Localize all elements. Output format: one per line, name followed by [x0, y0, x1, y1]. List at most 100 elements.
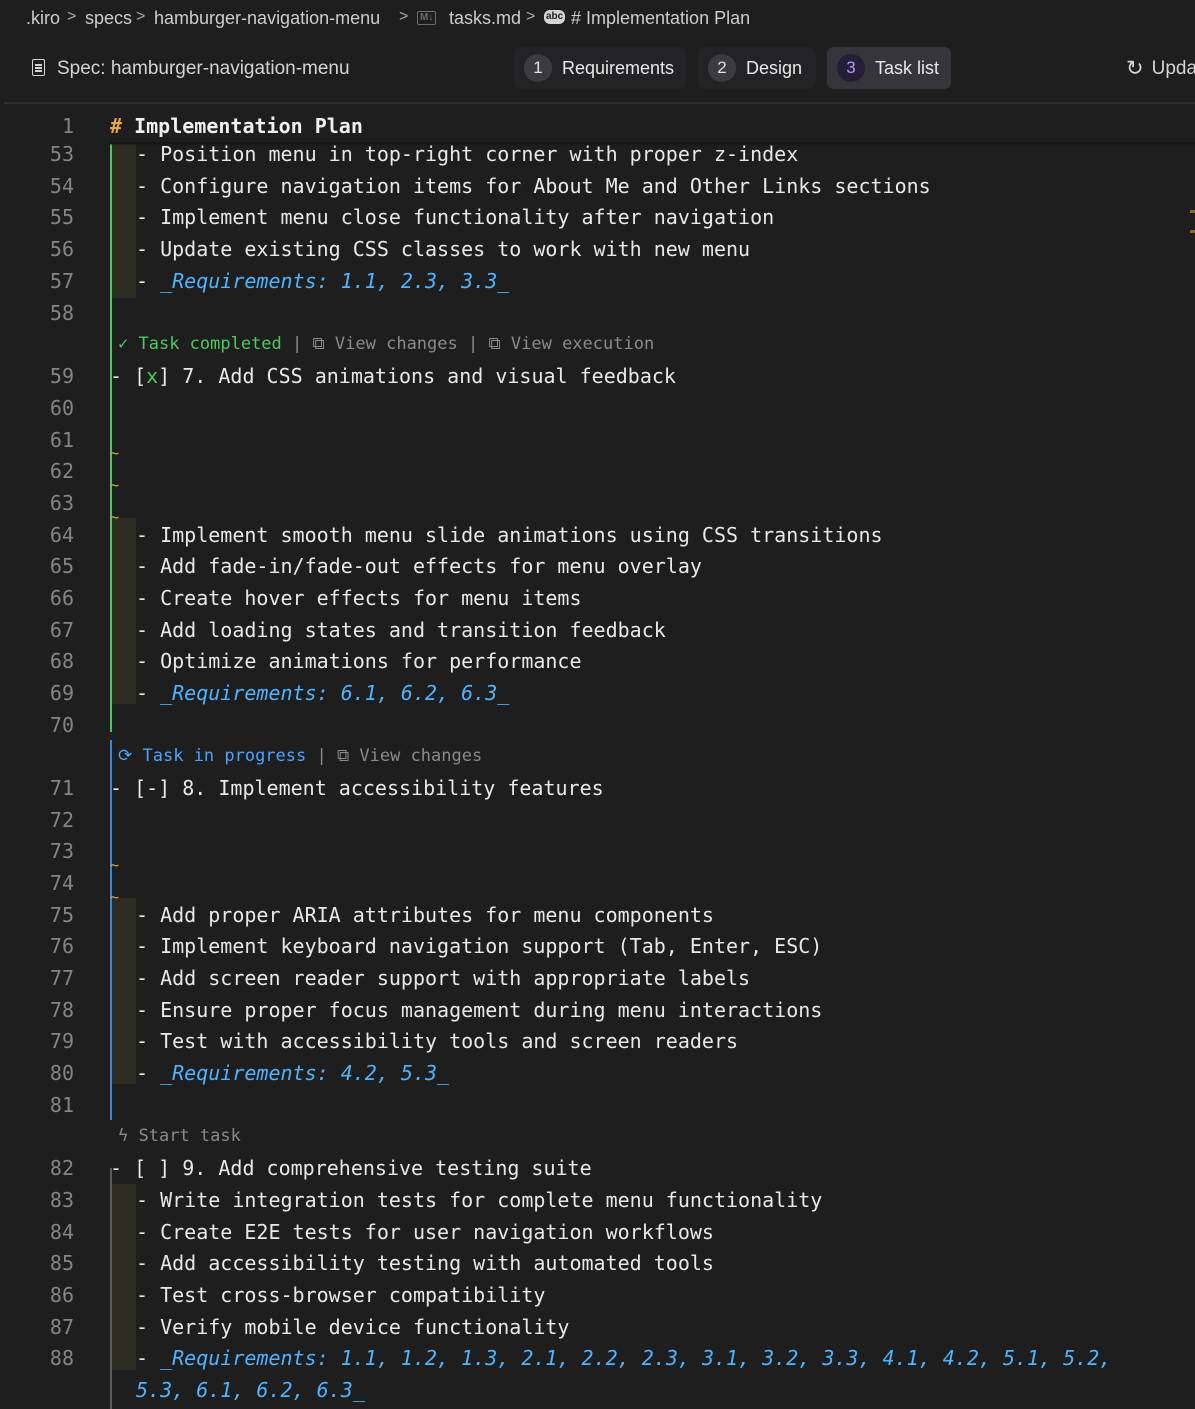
squiggle-marker: ~	[110, 444, 120, 462]
code-line-requirements: - _Requirements: 4.2, 5.3_	[136, 1057, 449, 1089]
requirements-ref-wrap: 5.3, 6.1, 6.2, 6.3_	[136, 1378, 365, 1402]
diff-icon: ⧉	[312, 334, 325, 354]
refresh-icon: ↻	[1126, 57, 1144, 80]
breadcrumb-specs[interactable]: specs	[85, 8, 132, 29]
code-line: - Optimize animations for performance	[136, 649, 582, 673]
line-number: 85	[49, 1251, 74, 1275]
line-number: 84	[49, 1220, 74, 1244]
chevron-right-icon: >	[399, 8, 409, 25]
line-number: 66	[49, 586, 74, 610]
line-number: 69	[49, 681, 74, 705]
code-line: - Add fade-in/fade-out effects for menu …	[136, 554, 702, 578]
code-line: - Configure navigation items for About M…	[136, 174, 931, 198]
markdown-file-icon: M↓	[417, 11, 437, 25]
line-number: 72	[49, 808, 74, 832]
codelens-task-9[interactable]: ϟ Start task	[118, 1122, 241, 1150]
spec-toolbar: Spec: hamburger-navigation-menu 1 Requir…	[0, 38, 1195, 100]
code-line: - Add screen reader support with appropr…	[136, 966, 751, 990]
code-line: - Create E2E tests for user navigation w…	[136, 1220, 714, 1244]
code-line: - Verify mobile device functionality	[136, 1315, 570, 1339]
breadcrumb-spec-folder[interactable]: hamburger-navigation-menu	[154, 8, 380, 29]
line-number: 59	[49, 364, 74, 388]
code-line: - Implement menu close functionality aft…	[136, 205, 775, 229]
task-checkbox-mark[interactable]: x	[146, 364, 158, 388]
squiggle-marker: ~	[110, 888, 120, 906]
line-number: 62	[49, 459, 74, 483]
code-line: - Create hover effects for menu items	[136, 586, 582, 610]
spec-title: Spec: hamburger-navigation-menu	[32, 58, 350, 80]
codelens-task-7: ✓ Task completed | ⧉ View changes | ⧉ Vi…	[118, 330, 654, 358]
line-number: 54	[49, 174, 74, 198]
view-execution-link[interactable]: View execution	[511, 334, 654, 354]
requirements-ref: _Requirements: 6.1, 6.2, 6.3_	[160, 681, 510, 705]
code-line-task-9: - [ ] 9. Add comprehensive testing suite	[110, 1156, 592, 1180]
line-number: 75	[49, 903, 74, 927]
update-label: Upda	[1151, 58, 1195, 79]
tab-label: Design	[746, 58, 803, 78]
line-number: 79	[49, 1029, 74, 1053]
code-editor[interactable]: 1 # Implementation Plan 53 - Position me…	[0, 104, 1195, 1409]
line-number: 88	[49, 1346, 74, 1370]
code-line-requirements: - _Requirements: 1.1, 2.3, 3.3_	[136, 265, 509, 297]
code-line: - Add accessibility testing with automat…	[136, 1251, 714, 1275]
step-number: 1	[524, 54, 552, 82]
diff-icon: ⧉	[337, 746, 350, 766]
task-completed-status: Task completed	[138, 334, 282, 354]
step-number: 2	[708, 54, 736, 82]
line-number: 58	[49, 301, 74, 325]
code-line-task-7: - [x] 7. Add CSS animations and visual f…	[110, 360, 676, 392]
code-line: - Add proper ARIA attributes for menu co…	[136, 903, 714, 927]
list-dash: -	[136, 1346, 161, 1370]
line-number: 80	[49, 1061, 74, 1085]
code-line-requirements: - _Requirements: 6.1, 6.2, 6.3_	[136, 677, 509, 709]
chevron-right-icon: >	[67, 8, 77, 25]
code-line: - Update existing CSS classes to work wi…	[136, 237, 751, 261]
line-number: 70	[49, 713, 74, 737]
check-icon: ✓	[118, 334, 139, 354]
tab-task-list[interactable]: 3 Task list	[827, 47, 951, 89]
breadcrumb-kiro[interactable]: .kiro	[26, 8, 60, 29]
code-line: - Implement smooth menu slide animations…	[136, 523, 883, 547]
start-task-link[interactable]: Start task	[138, 1126, 240, 1146]
step-number: 3	[837, 54, 865, 82]
line-number: 76	[49, 934, 74, 958]
view-changes-link[interactable]: View changes	[359, 746, 482, 766]
list-dash: -	[136, 681, 161, 705]
spec-title-label: Spec: hamburger-navigation-menu	[57, 58, 350, 79]
line-number: 68	[49, 649, 74, 673]
tab-label: Requirements	[562, 58, 675, 78]
line-number: 60	[49, 396, 74, 420]
tab-requirements[interactable]: 1 Requirements	[514, 47, 686, 89]
code-line: - Test cross-browser compatibility	[136, 1283, 546, 1307]
scrollbar-marker	[1190, 230, 1195, 233]
breadcrumb-file[interactable]: tasks.md	[449, 8, 521, 29]
line-number: 55	[49, 205, 74, 229]
task-in-progress-status: Task in progress	[142, 746, 307, 766]
list-dash: -	[136, 1061, 161, 1085]
line-number: 63	[49, 491, 74, 515]
squiggle-marker: ~	[110, 476, 120, 494]
line-number: 67	[49, 618, 74, 642]
line-number: 83	[49, 1188, 74, 1212]
breadcrumb-symbol[interactable]: # Implementation Plan	[571, 8, 750, 29]
view-changes-link[interactable]: View changes	[335, 334, 458, 354]
line-number: 87	[49, 1315, 74, 1339]
line-number: 74	[49, 871, 74, 895]
line-number: 71	[49, 776, 74, 800]
line-number: 53	[49, 142, 74, 166]
line-number: 77	[49, 966, 74, 990]
tab-design[interactable]: 2 Design	[698, 47, 816, 89]
code-line: - Test with accessibility tools and scre…	[136, 1029, 739, 1053]
update-tasks-button[interactable]: ↻ Upda	[1126, 56, 1195, 81]
chevron-right-icon: >	[136, 8, 146, 25]
code-line-requirements: - _Requirements: 1.1, 1.2, 1.3, 2.1, 2.2…	[136, 1342, 1111, 1374]
lightning-icon: ϟ	[118, 1126, 139, 1146]
code-line-wrapped: 5.3, 6.1, 6.2, 6.3_	[136, 1374, 365, 1406]
tab-label: Task list	[875, 58, 940, 78]
line-number: 65	[49, 554, 74, 578]
line-number: 81	[49, 1093, 74, 1117]
line-number: 86	[49, 1283, 74, 1307]
breadcrumb: .kiro > specs > hamburger-navigation-men…	[0, 0, 1195, 38]
line-number: 82	[49, 1156, 74, 1180]
symbol-string-icon: abc	[544, 10, 566, 24]
